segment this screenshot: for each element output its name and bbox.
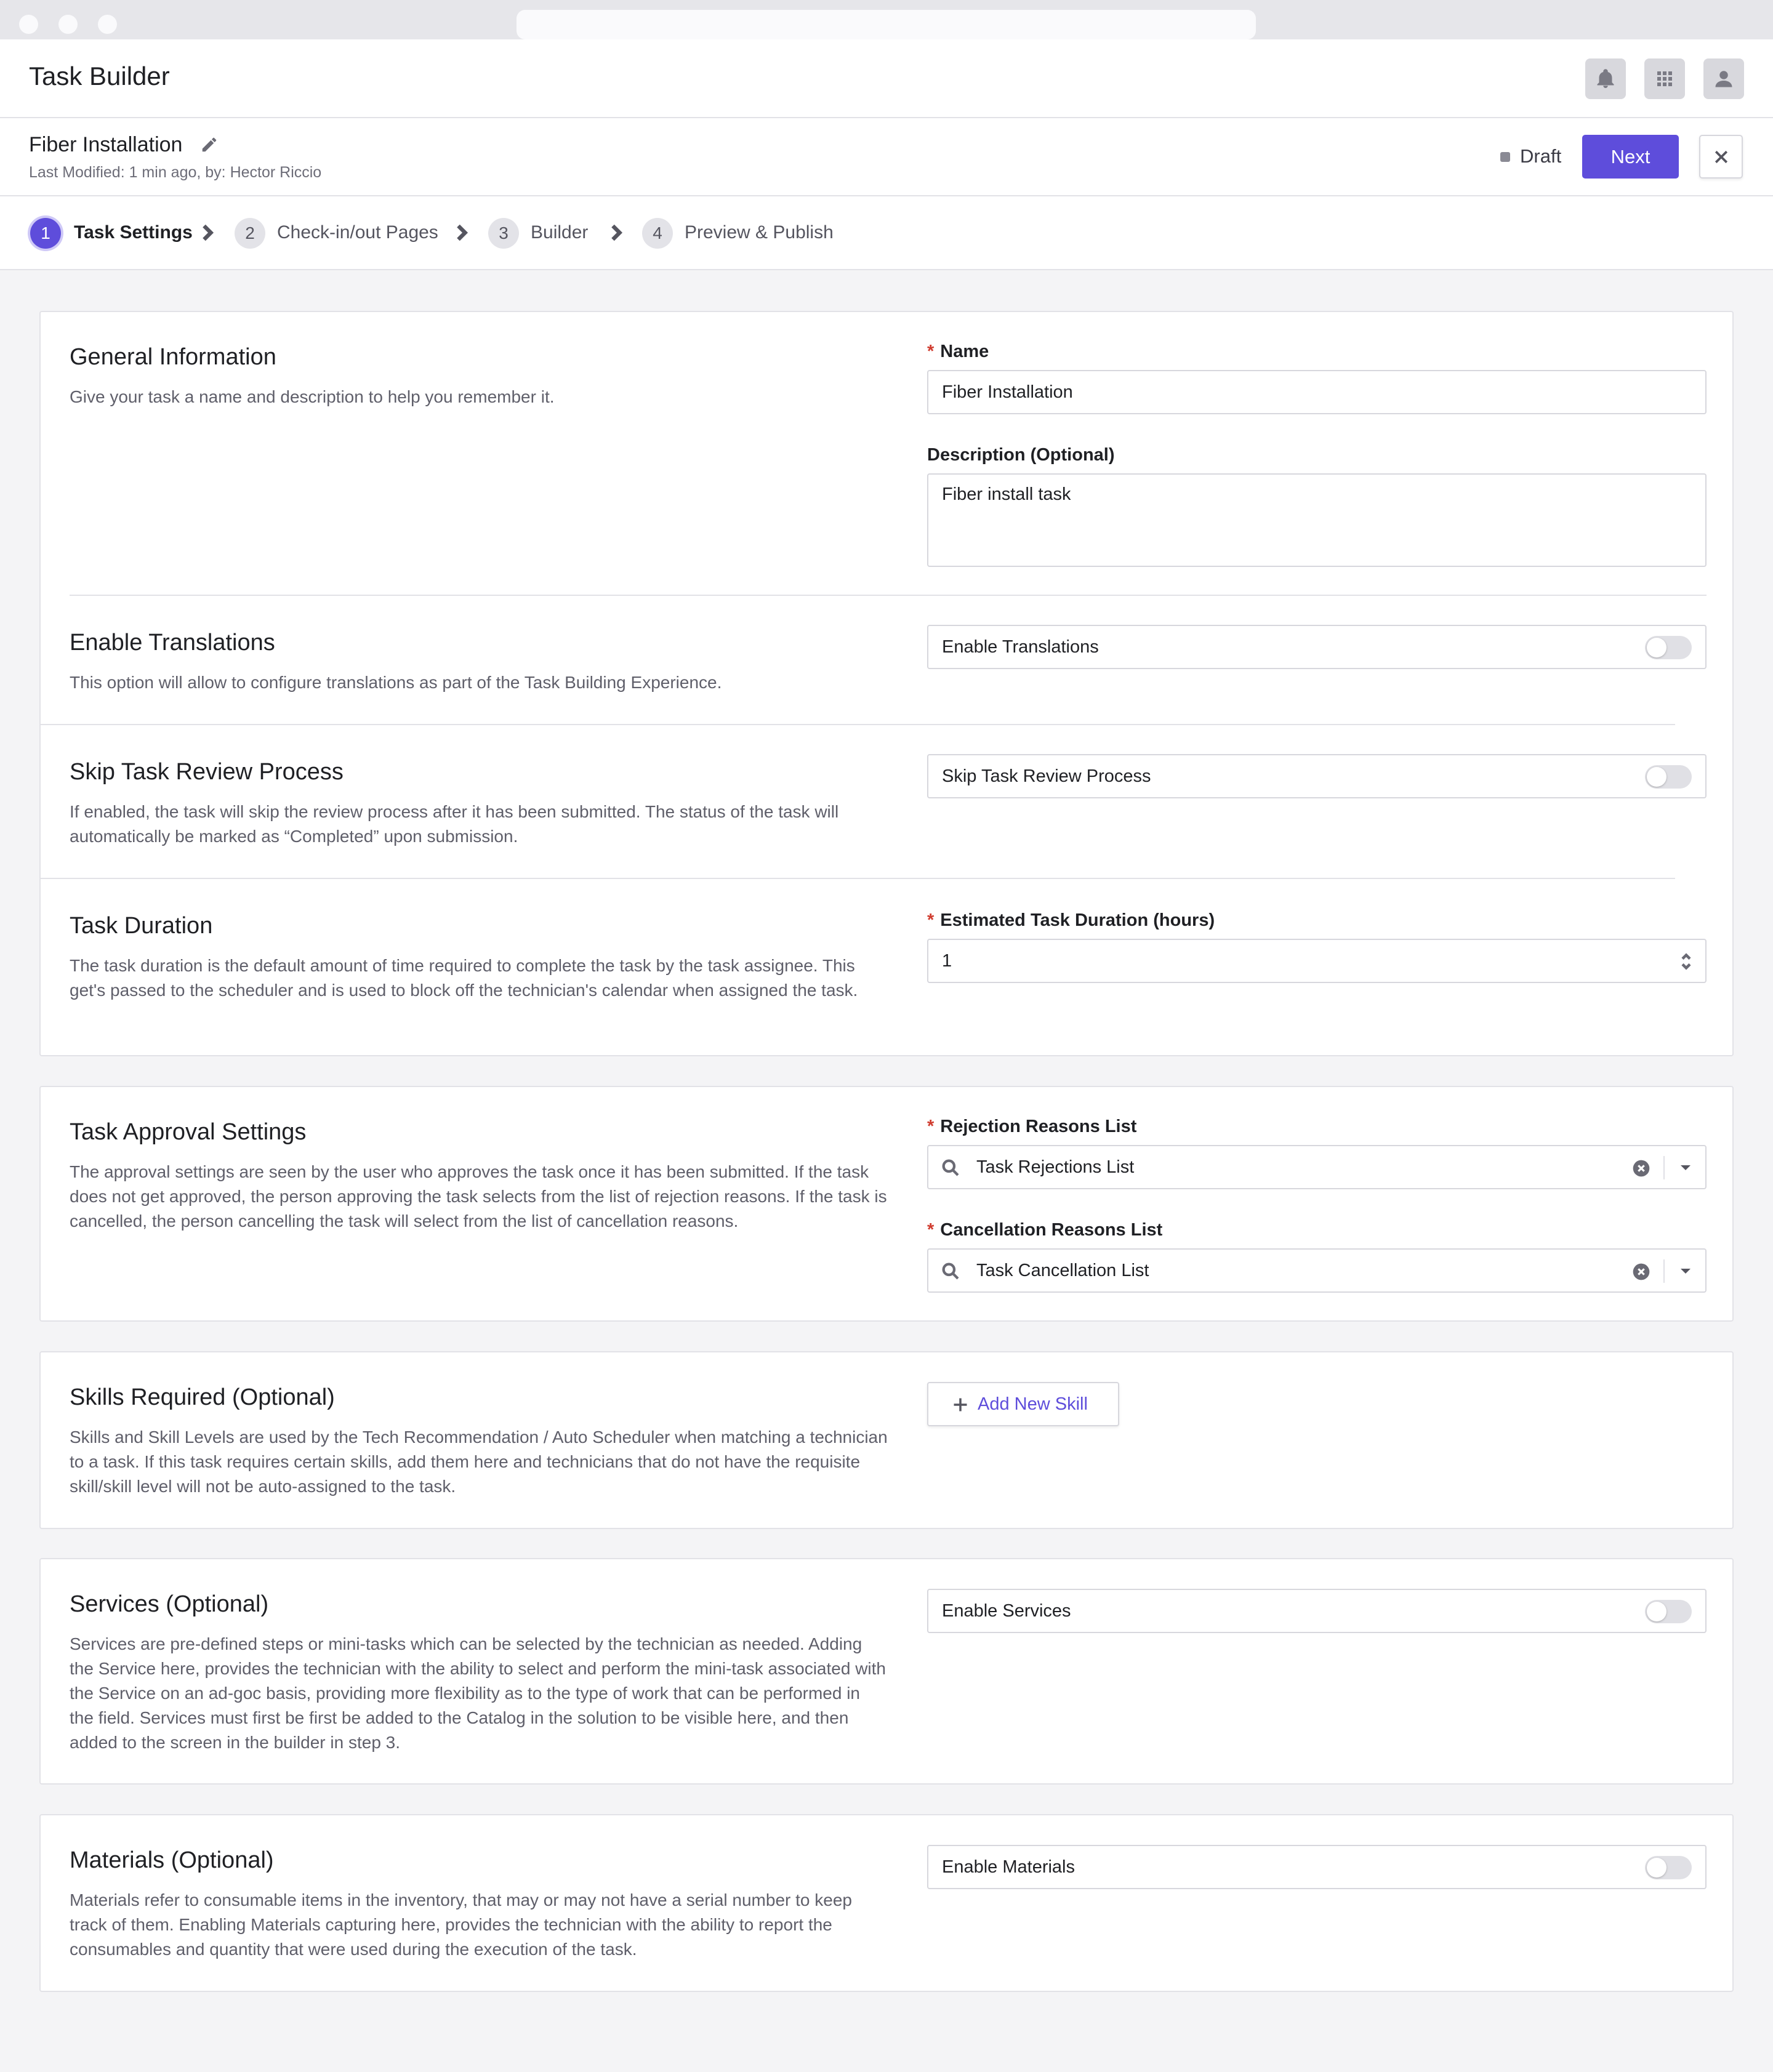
toggle-knob xyxy=(1647,1602,1666,1621)
status-indicator xyxy=(1500,152,1510,162)
next-button[interactable]: Next xyxy=(1582,135,1679,179)
skills-title: Skills Required (Optional) xyxy=(70,1384,335,1410)
duration-input[interactable]: 1 xyxy=(927,939,1707,983)
step-2-label[interactable]: Check-in/out Pages xyxy=(277,222,438,243)
duration-value: 1 xyxy=(942,951,952,971)
services-toggle-label: Enable Services xyxy=(942,1601,1071,1621)
bell-icon[interactable] xyxy=(1585,58,1626,99)
duration-label: * Estimated Task Duration (hours) xyxy=(927,910,1215,930)
duration-desc: The task duration is the default amount … xyxy=(70,956,858,1000)
toggle-knob xyxy=(1647,638,1666,657)
cancellation-lookup[interactable]: Task Cancellation List xyxy=(927,1248,1707,1293)
toggle-knob xyxy=(1647,1858,1666,1877)
description-label: Description (Optional) xyxy=(927,445,1115,465)
cancellation-value: Task Cancellation List xyxy=(976,1261,1149,1280)
pencil-icon[interactable] xyxy=(200,135,219,154)
name-input[interactable] xyxy=(927,370,1707,414)
cancellation-label: * Cancellation Reasons List xyxy=(927,1220,1163,1240)
address-bar[interactable] xyxy=(517,10,1256,39)
divider xyxy=(70,595,1707,596)
name-label: * Name xyxy=(927,342,989,361)
app-header: Task Builder xyxy=(0,39,1773,118)
plus-icon xyxy=(952,1396,969,1413)
skip-review-title: Skip Task Review Process xyxy=(70,759,344,785)
translations-desc: This option will allow to configure tran… xyxy=(70,673,722,692)
task-header: Fiber Installation Last Modified: 1 min … xyxy=(0,118,1773,196)
search-icon xyxy=(941,1261,960,1281)
materials-toggle-row: Enable Materials xyxy=(927,1845,1707,1889)
rejection-label: * Rejection Reasons List xyxy=(927,1117,1137,1136)
services-title: Services (Optional) xyxy=(70,1591,269,1617)
skills-card: Skills Required (Optional) Skills and Sk… xyxy=(39,1351,1734,1529)
general-info-title: General Information xyxy=(70,344,276,370)
divider xyxy=(41,878,1675,879)
skip-review-toggle-label: Skip Task Review Process xyxy=(942,766,1151,786)
skip-review-desc: If enabled, the task will skip the revie… xyxy=(70,802,839,846)
skip-review-toggle[interactable] xyxy=(1645,765,1692,789)
approval-title: Task Approval Settings xyxy=(70,1119,307,1145)
step-1-number[interactable]: 1 xyxy=(30,218,61,249)
separator xyxy=(1663,1259,1665,1283)
window-close-dot[interactable] xyxy=(19,15,38,34)
description-textarea[interactable]: Fiber install task xyxy=(927,473,1707,567)
approval-card: Task Approval Settings The approval sett… xyxy=(39,1086,1734,1322)
app-title: Task Builder xyxy=(29,62,170,90)
step-4-label[interactable]: Preview & Publish xyxy=(685,222,834,243)
close-icon xyxy=(1715,150,1727,163)
services-toggle-row: Enable Services xyxy=(927,1589,1707,1633)
materials-toggle-label: Enable Materials xyxy=(942,1857,1075,1877)
step-2-number[interactable]: 2 xyxy=(235,218,265,249)
last-modified-text: Last Modified: 1 min ago, by: Hector Ric… xyxy=(29,164,322,181)
materials-title: Materials (Optional) xyxy=(70,1847,274,1873)
add-new-skill-label: Add New Skill xyxy=(978,1394,1088,1414)
chevron-right-icon xyxy=(609,223,623,242)
services-toggle[interactable] xyxy=(1645,1600,1692,1623)
stepper-arrows-icon[interactable] xyxy=(1681,952,1692,971)
rejection-lookup[interactable]: Task Rejections List xyxy=(927,1145,1707,1189)
status-badge: Draft xyxy=(1520,145,1562,167)
materials-toggle[interactable] xyxy=(1645,1856,1692,1879)
step-1-label[interactable]: Task Settings xyxy=(74,222,193,243)
approval-desc: The approval settings are seen by the us… xyxy=(70,1162,887,1231)
materials-desc: Materials refer to consumable items in t… xyxy=(70,1890,852,1959)
services-desc: Services are pre-defined steps or mini-t… xyxy=(70,1634,886,1752)
clear-icon[interactable] xyxy=(1631,1262,1651,1282)
step-3-label[interactable]: Builder xyxy=(531,222,588,243)
browser-chrome xyxy=(0,0,1773,39)
translations-toggle-label: Enable Translations xyxy=(942,637,1099,657)
translations-title: Enable Translations xyxy=(70,630,275,656)
services-card: Services (Optional) Services are pre-def… xyxy=(39,1558,1734,1785)
chevron-right-icon xyxy=(455,223,468,242)
rejection-value: Task Rejections List xyxy=(976,1157,1135,1177)
window-maximize-dot[interactable] xyxy=(98,15,117,34)
window-minimize-dot[interactable] xyxy=(58,15,78,34)
step-4-number[interactable]: 4 xyxy=(642,218,673,249)
separator xyxy=(1663,1156,1665,1179)
materials-card: Materials (Optional) Materials refer to … xyxy=(39,1814,1734,1992)
task-settings-card: General Information Give your task a nam… xyxy=(39,311,1734,1056)
clear-icon[interactable] xyxy=(1631,1158,1651,1178)
task-name: Fiber Installation xyxy=(29,133,183,156)
caret-down-icon[interactable] xyxy=(1678,1162,1693,1173)
close-button[interactable] xyxy=(1699,135,1743,179)
general-info-desc: Give your task a name and description to… xyxy=(70,387,555,406)
skills-desc: Skills and Skill Levels are used by the … xyxy=(70,1428,888,1496)
user-icon[interactable] xyxy=(1703,58,1744,99)
divider xyxy=(41,724,1675,725)
chevron-right-icon xyxy=(201,223,214,242)
apps-grid-icon[interactable] xyxy=(1644,58,1685,99)
translations-toggle[interactable] xyxy=(1645,636,1692,659)
stepper: 1 Task Settings 2 Check-in/out Pages 3 B… xyxy=(0,196,1773,270)
search-icon xyxy=(941,1158,960,1178)
skip-review-toggle-row: Skip Task Review Process xyxy=(927,754,1707,798)
toggle-knob xyxy=(1647,767,1666,787)
page: Task Builder Fiber Installation Last Mod… xyxy=(0,0,1773,2072)
duration-title: Task Duration xyxy=(70,913,213,939)
translations-toggle-row: Enable Translations xyxy=(927,625,1707,669)
caret-down-icon[interactable] xyxy=(1678,1266,1693,1277)
add-new-skill-button[interactable]: Add New Skill xyxy=(927,1382,1119,1426)
step-3-number[interactable]: 3 xyxy=(488,218,519,249)
